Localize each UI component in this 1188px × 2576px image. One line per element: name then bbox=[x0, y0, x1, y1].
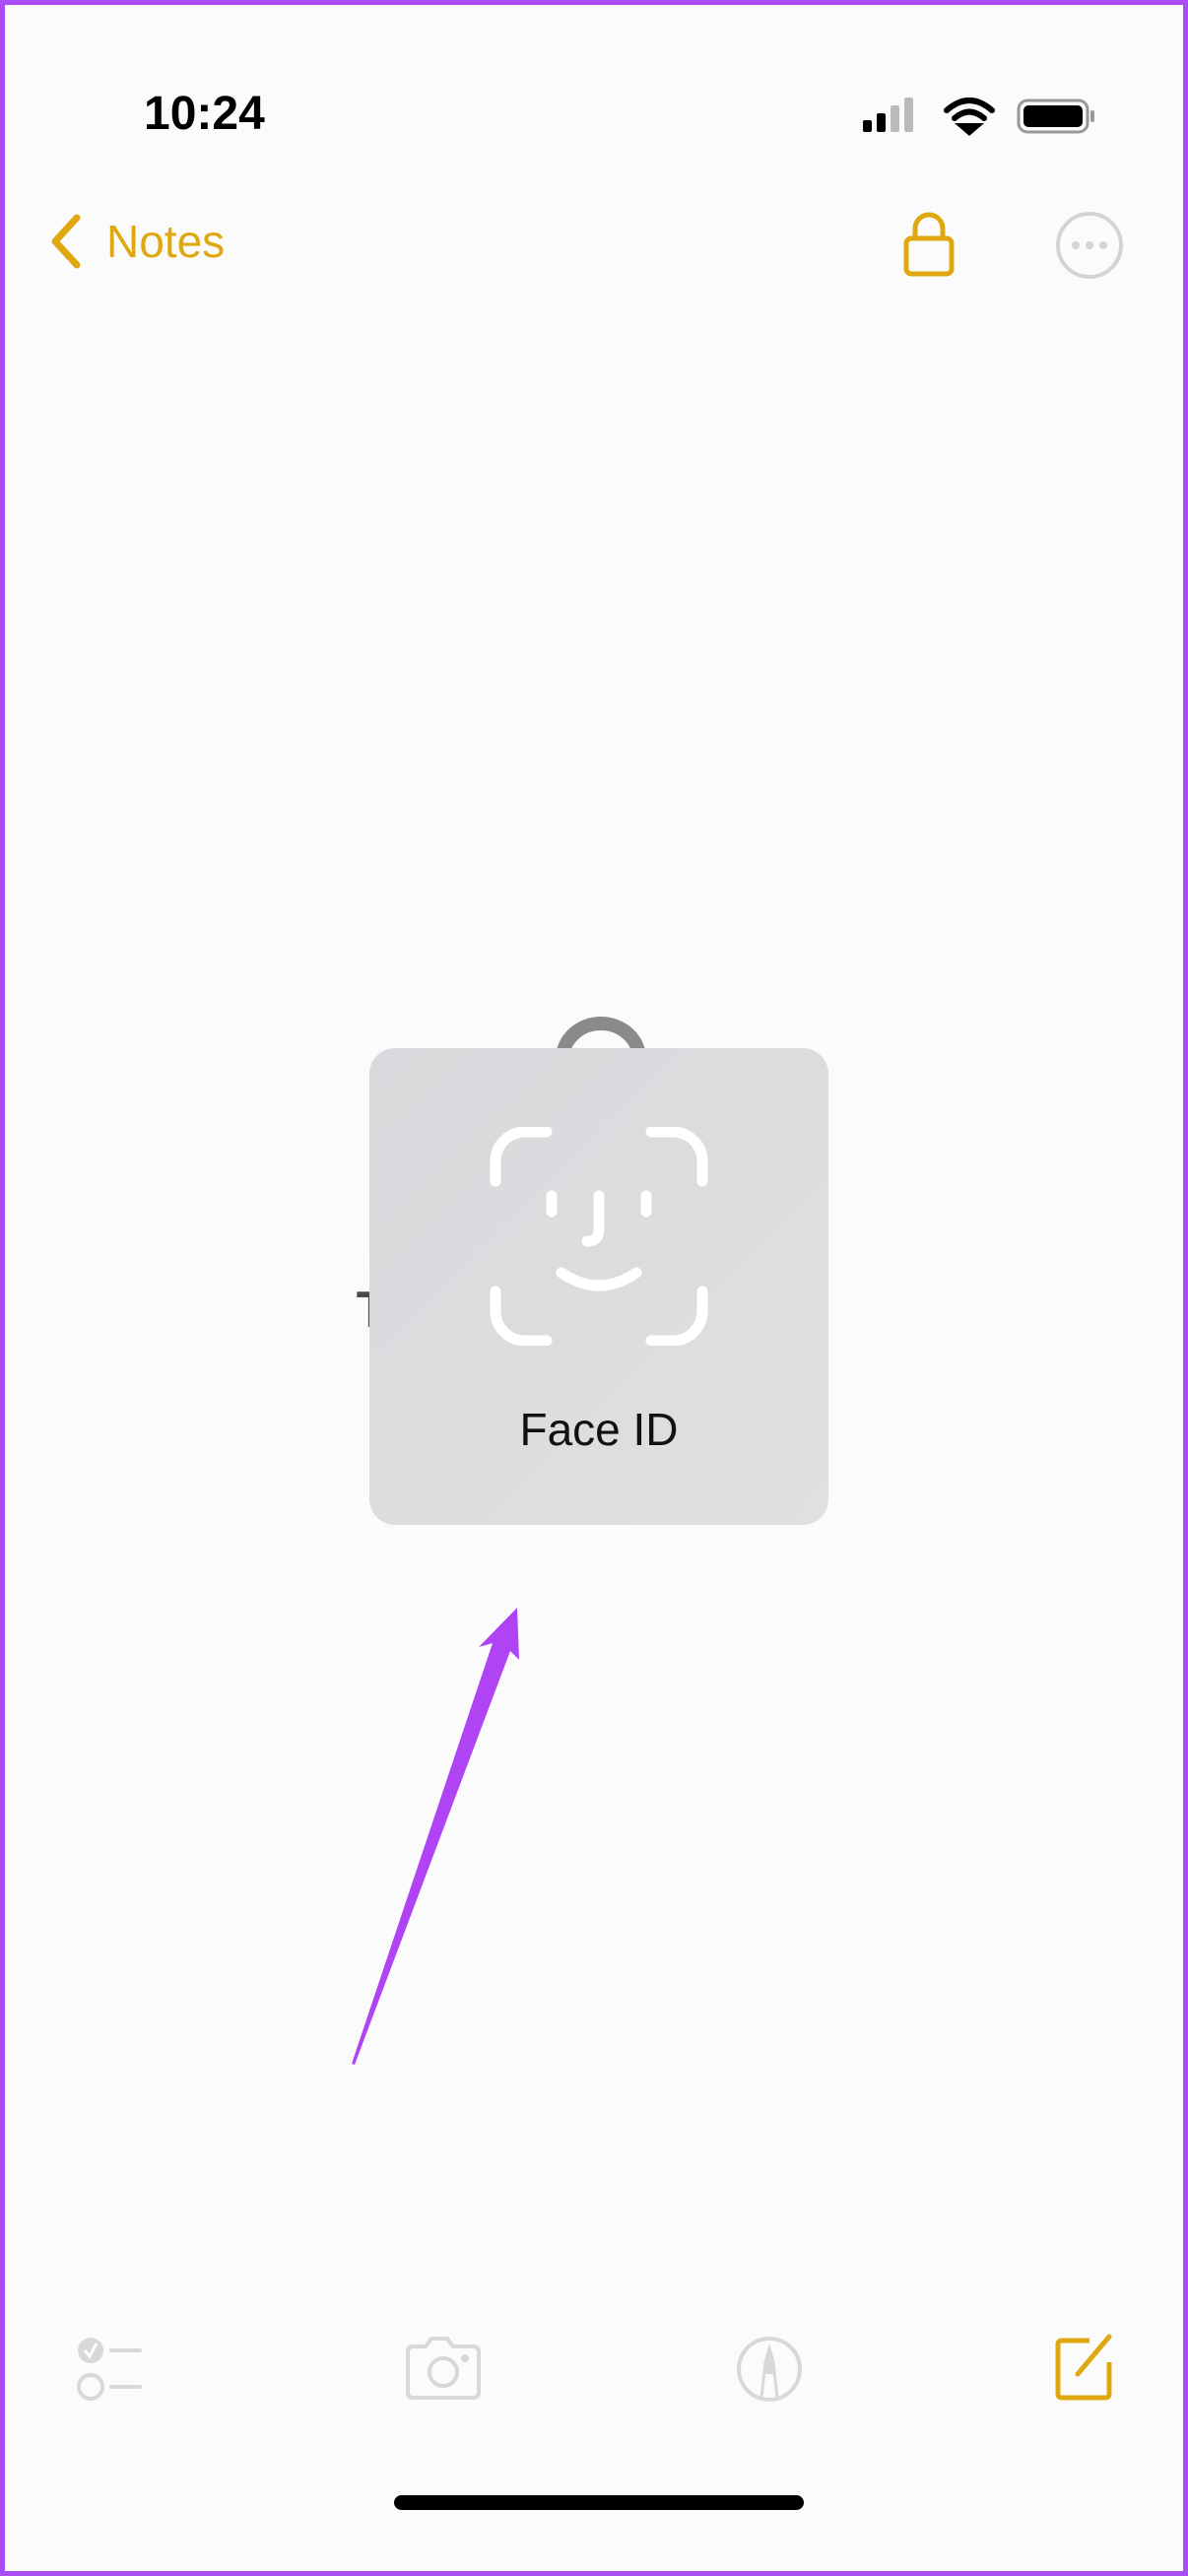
home-indicator[interactable] bbox=[394, 2495, 804, 2510]
compose-icon[interactable] bbox=[1054, 2333, 1123, 2402]
camera-icon[interactable] bbox=[404, 2335, 483, 2402]
checklist-icon[interactable] bbox=[77, 2333, 150, 2404]
markup-icon[interactable] bbox=[735, 2335, 804, 2404]
annotation-arrow bbox=[352, 1608, 519, 2065]
